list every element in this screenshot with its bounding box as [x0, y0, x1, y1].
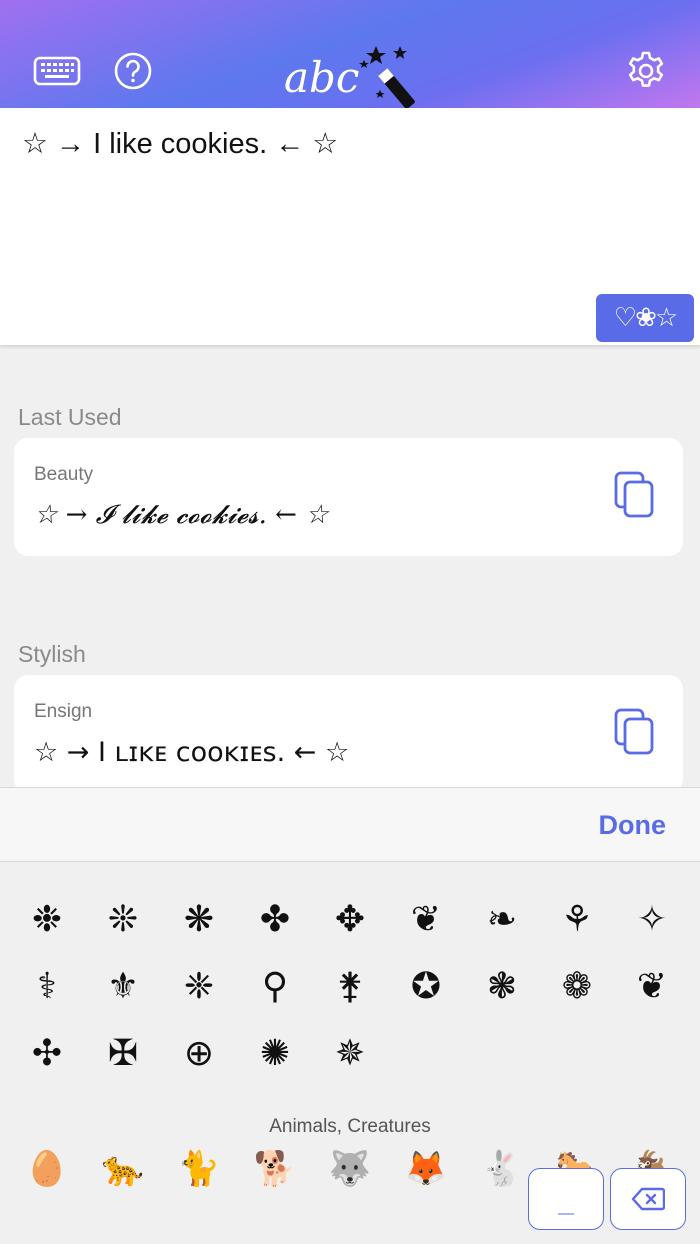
symbol-row: ⚕ ⚜ ❈ ⚲ ⚵ ✪ ❃ ❁ ❦: [0, 956, 700, 1016]
app-logo: abc: [280, 40, 420, 109]
symbol-key[interactable]: ⚵: [320, 956, 380, 1016]
category-title: Animals, Creatures: [269, 1116, 431, 1137]
symbol-key[interactable]: ⚕: [17, 956, 77, 1016]
symbol-key[interactable]: ⊕: [169, 1023, 229, 1083]
symbol-key[interactable]: 🐆: [93, 1139, 153, 1199]
gear-icon: [628, 51, 664, 87]
symbol-key[interactable]: ✣: [17, 1023, 77, 1083]
keyboard-accessory-bar: Done: [0, 787, 700, 862]
symbol-key[interactable]: ✤: [245, 889, 305, 949]
symbol-key[interactable]: 🐕: [245, 1139, 305, 1199]
card-text: ☆ → I ʟɪᴋᴇ ᴄᴏᴏᴋɪᴇs. ← ☆: [34, 737, 350, 768]
text-input-area[interactable]: ☆ → I like cookies. ← ☆ ♡❀☆: [0, 108, 700, 345]
card-text: ☆ → 𝓘 𝓵𝓲𝓴𝓮 𝓬𝓸𝓸𝓴𝓲𝓮𝓼. ← ☆: [34, 500, 329, 530]
symbol-key[interactable]: ❦: [622, 956, 682, 1016]
symbol-keyboard: ❉ ❊ ❋ ✤ ✥ ❦ ❧ ⚘ ✧ ⚕ ⚜ ❈ ⚲ ⚵ ✪ ❃ ❁ ❦ ✣ ✠ …: [0, 862, 700, 1244]
section-title-last-used: Last Used: [18, 404, 122, 430]
style-card-ensign[interactable]: Ensign ☆ → I ʟɪᴋᴇ ᴄᴏᴏᴋɪᴇs. ← ☆: [14, 675, 683, 793]
symbol-key[interactable]: 🐇: [472, 1139, 532, 1199]
symbol-key[interactable]: ⚜: [93, 956, 153, 1016]
copy-icon: [614, 471, 654, 518]
svg-text:abc: abc: [284, 53, 359, 102]
symbol-key[interactable]: ✵: [320, 1023, 380, 1083]
space-key[interactable]: _: [528, 1168, 604, 1230]
symbol-key[interactable]: ⚘: [547, 889, 607, 949]
symbol-key[interactable]: ❃: [472, 956, 532, 1016]
symbol-key[interactable]: ✪: [396, 956, 456, 1016]
card-label: Beauty: [34, 464, 94, 485]
symbol-key[interactable]: ❋: [169, 889, 229, 949]
app-header: abc: [0, 0, 700, 109]
copy-button[interactable]: [613, 707, 657, 757]
backspace-icon: [631, 1187, 665, 1211]
symbol-key[interactable]: 🐈: [169, 1139, 229, 1199]
backspace-key[interactable]: [610, 1168, 686, 1230]
symbol-key[interactable]: ❈: [169, 956, 229, 1016]
style-card-beauty[interactable]: Beauty ☆ → 𝓘 𝓵𝓲𝓴𝓮 𝓬𝓸𝓸𝓴𝓲𝓮𝓼. ← ☆: [14, 438, 683, 556]
symbol-key[interactable]: 🥚: [17, 1139, 77, 1199]
symbol-key[interactable]: ❊: [93, 889, 153, 949]
symbol-key[interactable]: ✧: [622, 889, 682, 949]
help-button[interactable]: [113, 51, 153, 91]
symbol-key[interactable]: ✺: [245, 1023, 305, 1083]
space-key-label: _: [558, 1186, 574, 1217]
symbol-key[interactable]: ✥: [320, 889, 380, 949]
section-title-stylish: Stylish: [18, 641, 86, 667]
copy-icon: [614, 708, 654, 755]
settings-button[interactable]: [624, 49, 668, 93]
input-text[interactable]: ☆ → I like cookies. ← ☆: [22, 126, 338, 161]
symbol-key[interactable]: ❁: [547, 956, 607, 1016]
symbol-key[interactable]: 🐺: [320, 1139, 380, 1199]
symbol-key[interactable]: ❉: [17, 889, 77, 949]
symbol-key[interactable]: ❧: [472, 889, 532, 949]
keyboard-icon[interactable]: [33, 54, 81, 88]
symbol-key[interactable]: ❦: [396, 889, 456, 949]
symbol-row: ✣ ✠ ⊕ ✺ ✵: [0, 1023, 700, 1083]
question-circle-icon: [114, 52, 152, 90]
copy-button[interactable]: [613, 470, 657, 520]
card-label: Ensign: [34, 701, 93, 722]
symbol-key[interactable]: ⚲: [245, 956, 305, 1016]
symbol-key[interactable]: 🦊: [396, 1139, 456, 1199]
symbol-key[interactable]: ✠: [93, 1023, 153, 1083]
symbols-button[interactable]: ♡❀☆: [596, 294, 694, 342]
done-button[interactable]: Done: [599, 810, 667, 841]
symbol-row: ❉ ❊ ❋ ✤ ✥ ❦ ❧ ⚘ ✧: [0, 889, 700, 949]
